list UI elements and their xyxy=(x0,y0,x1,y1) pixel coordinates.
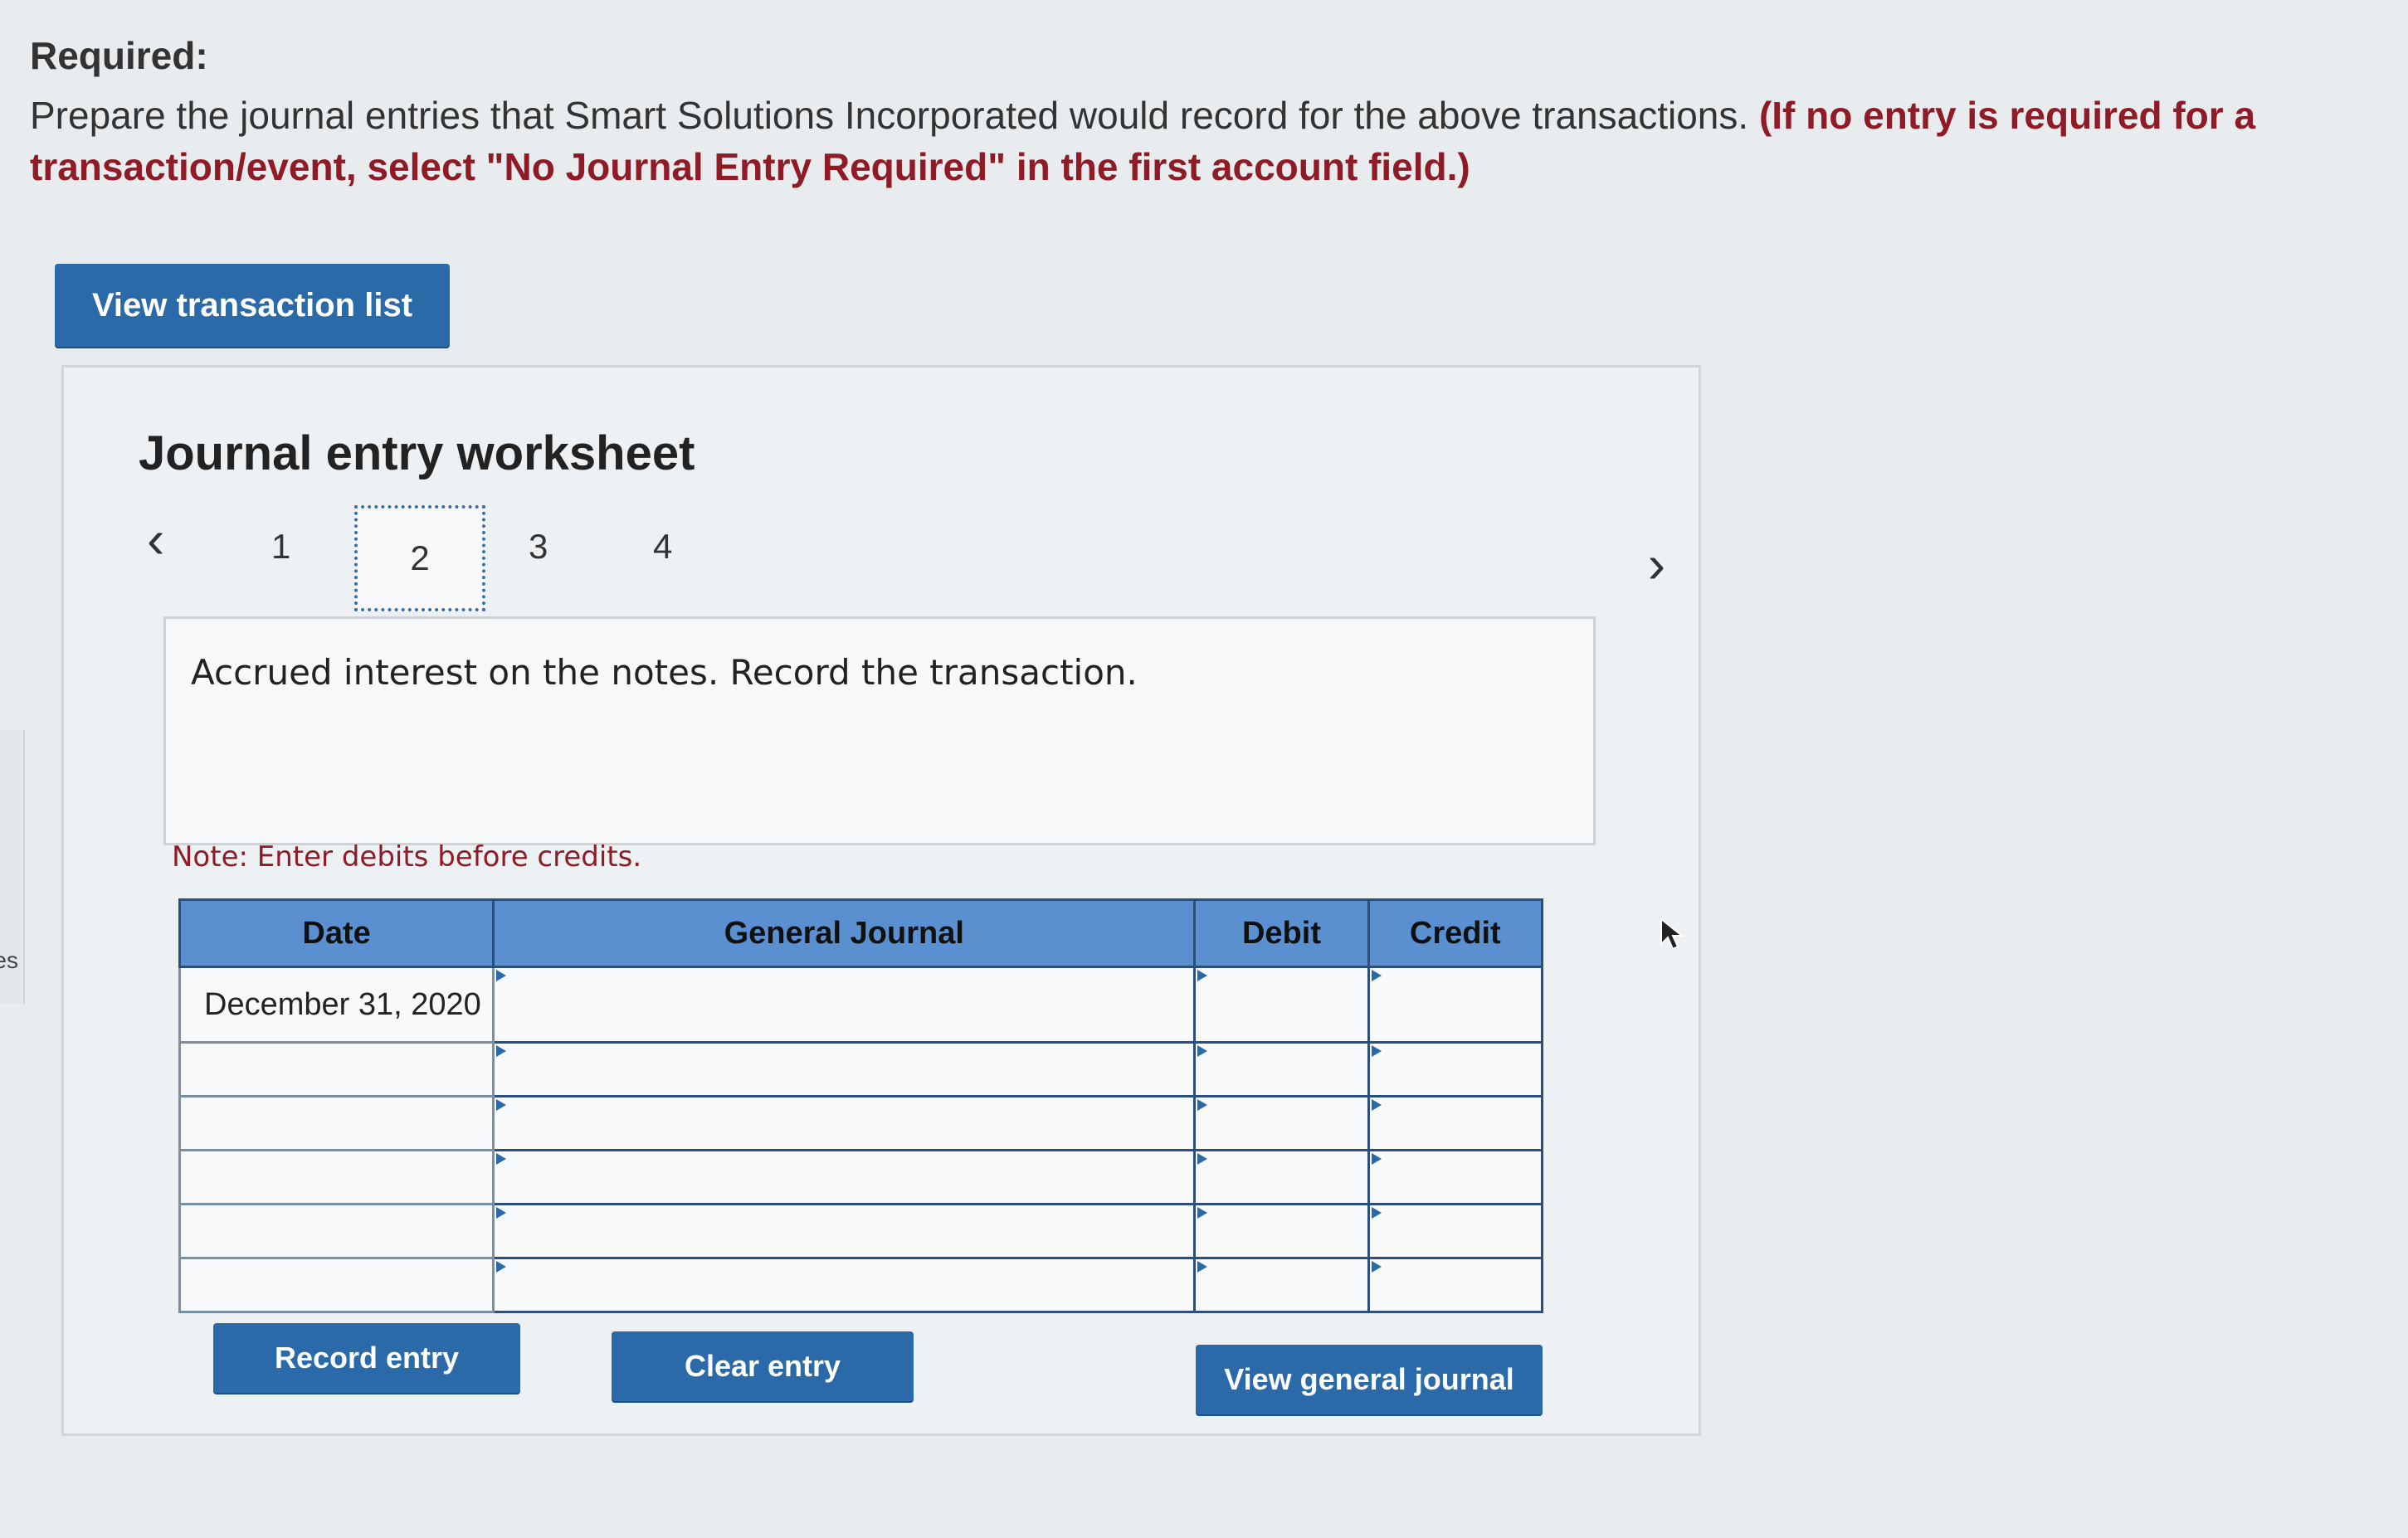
table-header-row: Date General Journal Debit Credit xyxy=(178,898,1544,968)
input-marker-icon xyxy=(1197,970,1208,981)
account-input[interactable] xyxy=(492,1203,1197,1259)
input-marker-icon xyxy=(1197,1207,1208,1219)
input-marker-icon xyxy=(496,1207,507,1219)
header-general-journal: General Journal xyxy=(492,898,1197,968)
input-marker-icon xyxy=(1371,1261,1382,1273)
input-marker-icon xyxy=(496,1099,507,1111)
debit-input[interactable] xyxy=(1193,1095,1370,1151)
transaction-prompt-box: Accrued interest on the notes. Record th… xyxy=(163,616,1684,951)
credit-input[interactable] xyxy=(1367,1095,1544,1151)
chevron-right-icon[interactable]: › xyxy=(1648,533,1665,595)
input-marker-icon xyxy=(496,970,507,981)
table-row xyxy=(178,1149,1544,1205)
debit-input[interactable] xyxy=(1193,1041,1370,1098)
date-cell[interactable] xyxy=(178,1149,495,1205)
view-general-journal-button[interactable]: View general journal xyxy=(1196,1345,1543,1414)
date-cell[interactable] xyxy=(178,1095,495,1151)
table-row xyxy=(178,1203,1544,1259)
journal-entry-worksheet: Journal entry worksheet ‹ 1 2 3 4 › Accr… xyxy=(61,365,1701,1436)
input-marker-icon xyxy=(1197,1099,1208,1111)
required-title: Required: xyxy=(30,34,208,77)
input-marker-icon xyxy=(496,1261,507,1273)
debit-input[interactable] xyxy=(1193,1149,1370,1205)
record-entry-button[interactable]: Record entry xyxy=(213,1323,520,1393)
mouse-pointer-icon xyxy=(1660,917,1684,951)
instruction-text: Prepare the journal entries that Smart S… xyxy=(30,94,1749,137)
credit-input[interactable] xyxy=(1367,966,1544,1044)
account-input[interactable] xyxy=(492,966,1197,1044)
account-input[interactable] xyxy=(492,1095,1197,1151)
debit-input[interactable] xyxy=(1193,1257,1370,1313)
journal-entry-table: Date General Journal Debit Credit Decemb… xyxy=(178,898,1544,1313)
input-marker-icon xyxy=(496,1153,507,1165)
input-marker-icon xyxy=(1371,1045,1382,1057)
input-marker-icon xyxy=(1197,1153,1208,1165)
date-cell[interactable] xyxy=(178,1041,495,1098)
credit-input[interactable] xyxy=(1367,1203,1544,1259)
date-cell[interactable]: December 31, 2020 xyxy=(178,966,495,1044)
input-marker-icon xyxy=(496,1045,507,1057)
input-marker-icon xyxy=(1197,1261,1208,1273)
table-row: December 31, 2020 xyxy=(178,966,1544,1044)
page-3[interactable]: 3 xyxy=(529,527,548,567)
credit-input[interactable] xyxy=(1367,1149,1544,1205)
required-instruction: Prepare the journal entries that Smart S… xyxy=(30,90,2353,192)
header-credit: Credit xyxy=(1367,898,1544,968)
input-marker-icon xyxy=(1371,1207,1382,1219)
worksheet-pager: ‹ 1 2 3 4 › xyxy=(147,505,1690,611)
debit-input[interactable] xyxy=(1193,966,1370,1044)
clear-entry-button[interactable]: Clear entry xyxy=(612,1331,914,1401)
credit-input[interactable] xyxy=(1367,1041,1544,1098)
credit-input[interactable] xyxy=(1367,1257,1544,1313)
left-panel-fragment: es xyxy=(0,730,25,1004)
input-marker-icon xyxy=(1371,1153,1382,1165)
view-transaction-list-button[interactable]: View transaction list xyxy=(55,264,450,347)
account-input[interactable] xyxy=(492,1041,1197,1098)
page-1[interactable]: 1 xyxy=(271,527,290,567)
debits-credits-note: Note: Enter debits before credits. xyxy=(172,840,642,874)
date-cell[interactable] xyxy=(178,1203,495,1259)
worksheet-title: Journal entry worksheet xyxy=(139,426,695,480)
header-date: Date xyxy=(178,898,495,968)
table-row xyxy=(178,1257,1544,1313)
date-cell[interactable] xyxy=(178,1257,495,1313)
table-row xyxy=(178,1041,1544,1098)
page-2-current[interactable]: 2 xyxy=(354,505,485,611)
input-marker-icon xyxy=(1371,1099,1382,1111)
transaction-prompt: Accrued interest on the notes. Record th… xyxy=(191,652,1138,693)
required-section: Required: Prepare the journal entries th… xyxy=(30,33,2353,192)
account-input[interactable] xyxy=(492,1257,1197,1313)
header-debit: Debit xyxy=(1193,898,1370,968)
page-4[interactable]: 4 xyxy=(653,527,672,567)
account-input[interactable] xyxy=(492,1149,1197,1205)
input-marker-icon xyxy=(1371,970,1382,981)
chevron-left-icon[interactable]: ‹ xyxy=(147,509,164,570)
input-marker-icon xyxy=(1197,1045,1208,1057)
debit-input[interactable] xyxy=(1193,1203,1370,1259)
table-row xyxy=(178,1095,1544,1151)
left-panel-text: es xyxy=(0,947,18,973)
